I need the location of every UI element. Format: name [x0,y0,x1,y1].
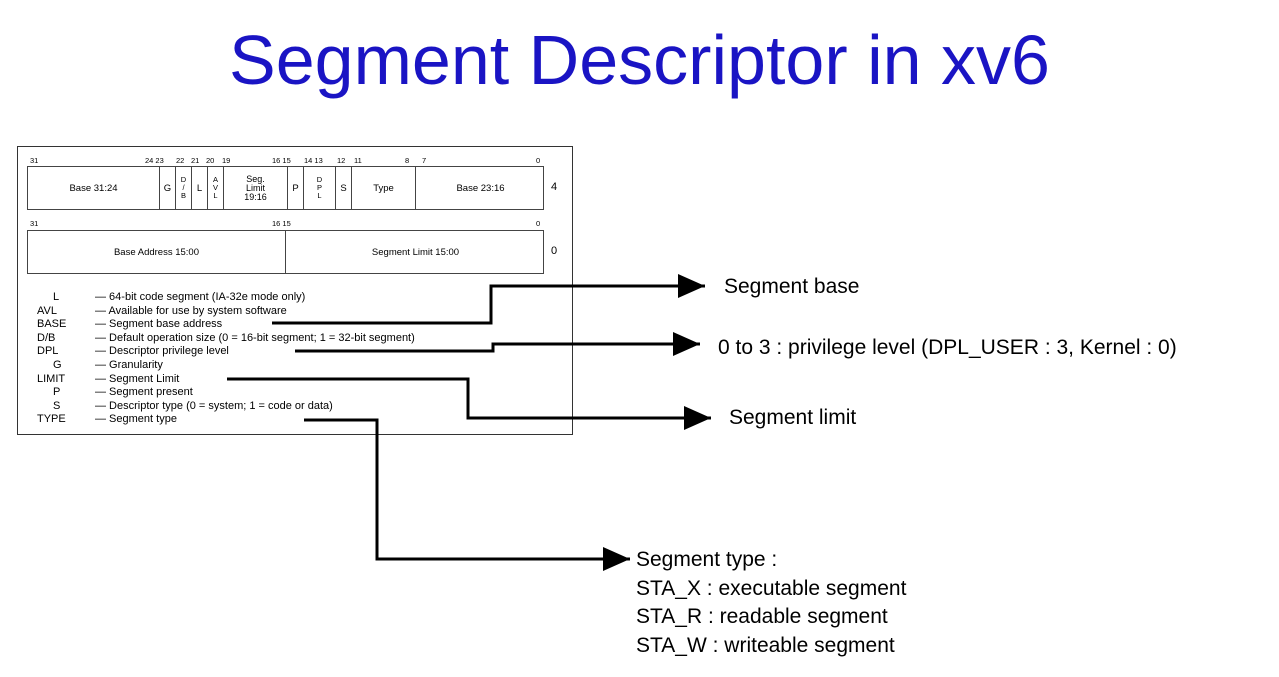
segment-type-heading: Segment type : [636,548,778,571]
arrow-segment-type [304,418,630,571]
arrow-segment-base [272,274,705,325]
annotation-privilege-level: 0 to 3 : privilege level (DPL_USER : 3, … [718,336,1177,359]
annotation-segment-base: Segment base [724,275,860,298]
segment-type-item: STA_W : writeable segment [636,633,895,657]
arrow-segment-limit [227,377,711,430]
segment-type-item: STA_R : readable segment [636,605,888,628]
annotation-segment-limit: Segment limit [729,406,857,429]
arrow-privilege-level [295,332,700,356]
segment-type-item: STA_X : executable segment [636,576,907,600]
annotation-segment-type: Segment type : STA_X : executable segmen… [636,546,906,660]
